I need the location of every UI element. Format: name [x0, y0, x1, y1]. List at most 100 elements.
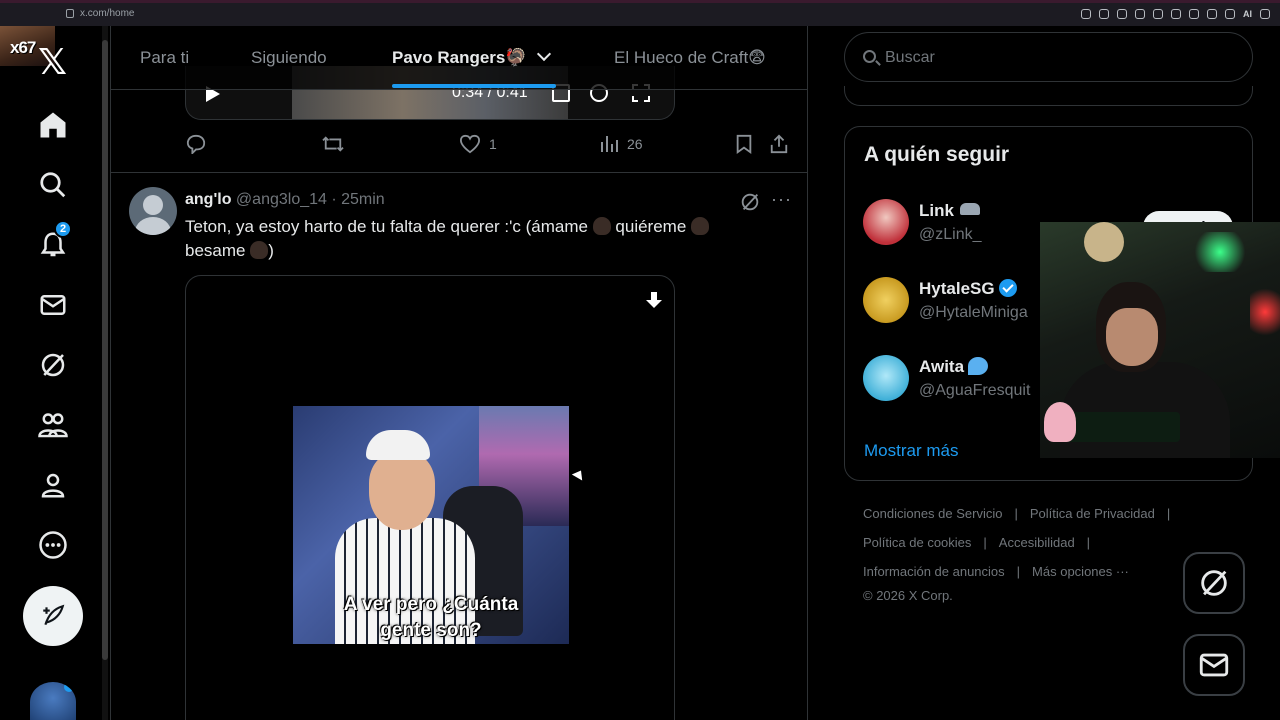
menu-icon[interactable] — [1260, 9, 1270, 19]
suggestion-handle[interactable]: @zLink_ — [919, 226, 982, 244]
home-icon[interactable] — [36, 108, 70, 142]
lock-icon — [66, 9, 74, 18]
search-icon — [863, 50, 876, 63]
chevron-down-icon[interactable] — [536, 46, 551, 62]
download-icon[interactable] — [644, 290, 664, 315]
reply-button[interactable] — [185, 134, 207, 154]
copyright: © 2026 X Corp. — [863, 588, 953, 603]
grok-floating-button[interactable] — [1183, 552, 1245, 614]
messages-floating-button[interactable] — [1183, 634, 1245, 696]
webcam-keyboard — [1060, 412, 1180, 442]
tab-pavo-rangers-label: Pavo Rangers🦃 — [392, 48, 527, 67]
search-input[interactable]: Buscar — [844, 32, 1253, 82]
suggestion-name[interactable]: HytaleSG — [919, 279, 1017, 299]
grok-icon[interactable] — [36, 348, 70, 382]
like-button[interactable]: 1 — [459, 134, 497, 154]
suggestion-name[interactable]: Awita — [919, 357, 989, 377]
timeline: 0:34 / 0:41 Para ti Siguiendo Pavo Range… — [110, 26, 808, 720]
compose-post-button[interactable] — [23, 586, 83, 646]
droplets-emoji-icon — [968, 357, 989, 375]
grok-icon[interactable] — [739, 191, 761, 218]
suggestion-name-text: HytaleSG — [919, 279, 995, 298]
stream-tag: x67 — [10, 38, 36, 57]
shield-icon[interactable] — [1135, 9, 1145, 19]
more-options-icon[interactable]: ··· — [771, 189, 792, 210]
gif-caption-line-2: gente son? — [380, 620, 482, 641]
post-text-part-1: Teton, ya estoy harto de tu falta de que… — [185, 217, 593, 236]
search-icon[interactable] — [36, 168, 70, 202]
messages-icon[interactable] — [36, 288, 70, 322]
search-placeholder: Buscar — [885, 49, 935, 66]
suggestion-handle[interactable]: @AguaFresquit — [919, 382, 1030, 400]
tab-el-hueco-de-craft[interactable]: El Hueco de Craft😨 — [614, 48, 766, 68]
profile-icon[interactable] — [36, 468, 70, 502]
ai-button[interactable]: AI — [1243, 9, 1252, 19]
heart-icon — [459, 134, 481, 154]
separator: | — [1014, 506, 1018, 521]
suggestion-name-text: Link — [919, 201, 954, 220]
repost-icon — [322, 136, 344, 152]
views-button[interactable]: 26 — [599, 134, 643, 154]
zoom-icon[interactable] — [1081, 9, 1091, 19]
suggestion-handle[interactable]: @HytaleMiniga — [919, 304, 1028, 322]
webcam-overlay — [1040, 222, 1280, 458]
previous-card-edge — [844, 86, 1253, 106]
gif-caption-line-1: A ver pero ¿Cuánta — [343, 594, 519, 615]
grok-icon — [1201, 570, 1227, 596]
address-bar[interactable]: x.com/home — [66, 8, 134, 19]
status-dot — [64, 682, 74, 692]
share-button[interactable] — [769, 134, 789, 154]
gif-face — [369, 452, 435, 530]
webcam-lamp — [1084, 222, 1124, 262]
scrollbar-thumb[interactable] — [102, 40, 108, 660]
mail-icon — [1199, 653, 1229, 677]
post-text-part-4: ) — [268, 241, 274, 260]
webcam-person-body — [1060, 362, 1230, 458]
communities-icon[interactable] — [36, 408, 70, 442]
author-name[interactable]: ang'lo — [185, 191, 231, 208]
turkey-emoji-icon — [691, 217, 710, 235]
bookmark-button[interactable] — [735, 134, 753, 154]
post-text-part-3: besame — [185, 241, 251, 260]
separator: | — [1016, 564, 1021, 579]
cookies-link[interactable]: Política de cookies — [863, 535, 971, 550]
terms-link[interactable]: Condiciones de Servicio — [863, 506, 1002, 521]
verified-badge-icon — [998, 279, 1017, 297]
more-options-link[interactable]: Más opciones ··· — [1032, 564, 1129, 579]
pin-icon[interactable] — [1099, 9, 1109, 19]
webcam-person-face — [1106, 308, 1158, 366]
timeline-tabs: Para ti Siguiendo Pavo Rangers🦃 El Hueco… — [111, 26, 807, 90]
tab-para-ti[interactable]: Para ti — [140, 48, 189, 68]
post[interactable]: ang'lo @ang3lo_14 · 25min ··· Teton, ya … — [111, 173, 807, 720]
accessibility-link[interactable]: Accesibilidad — [999, 535, 1075, 550]
ads-info-link[interactable]: Información de anuncios — [863, 564, 1005, 579]
suggestion-avatar[interactable] — [863, 355, 909, 401]
extension-icon[interactable] — [1189, 9, 1199, 19]
play-icon[interactable] — [1153, 9, 1163, 19]
tab-pavo-rangers[interactable]: Pavo Rangers🦃 — [392, 46, 551, 68]
privacy-link[interactable]: Política de Privacidad — [1030, 506, 1155, 521]
suggestion-name[interactable]: Link — [919, 201, 980, 221]
pen-icon[interactable] — [1225, 9, 1235, 19]
author-meta[interactable]: @ang3lo_14 · 25min — [236, 191, 385, 208]
download-icon[interactable] — [1207, 9, 1217, 19]
heart-icon[interactable] — [1171, 9, 1181, 19]
repost-button[interactable] — [321, 134, 345, 154]
bookmark-icon[interactable] — [1117, 9, 1127, 19]
browser-toolbar: x.com/home AI — [0, 0, 1280, 26]
x-logo-icon[interactable]: 𝕏 — [38, 42, 67, 83]
gif-image[interactable]: A ver pero ¿Cuánta gente son? — [293, 406, 569, 644]
separator: | — [983, 535, 987, 550]
tab-siguiendo[interactable]: Siguiendo — [251, 48, 327, 68]
suggestion-avatar[interactable] — [863, 277, 909, 323]
who-to-follow-title: A quién seguir — [864, 143, 1010, 166]
author-avatar[interactable] — [129, 187, 177, 235]
show-more-link[interactable]: Mostrar más — [864, 441, 958, 461]
suggestion-avatar[interactable] — [863, 199, 909, 245]
post-media[interactable]: A ver pero ¿Cuánta gente son? — [185, 275, 675, 720]
left-navigation: x67 𝕏 2 — [0, 26, 104, 720]
more-icon[interactable] — [36, 528, 70, 562]
account-avatar[interactable] — [30, 682, 76, 720]
reply-icon — [186, 134, 206, 154]
notifications-icon[interactable]: 2 — [36, 220, 72, 262]
